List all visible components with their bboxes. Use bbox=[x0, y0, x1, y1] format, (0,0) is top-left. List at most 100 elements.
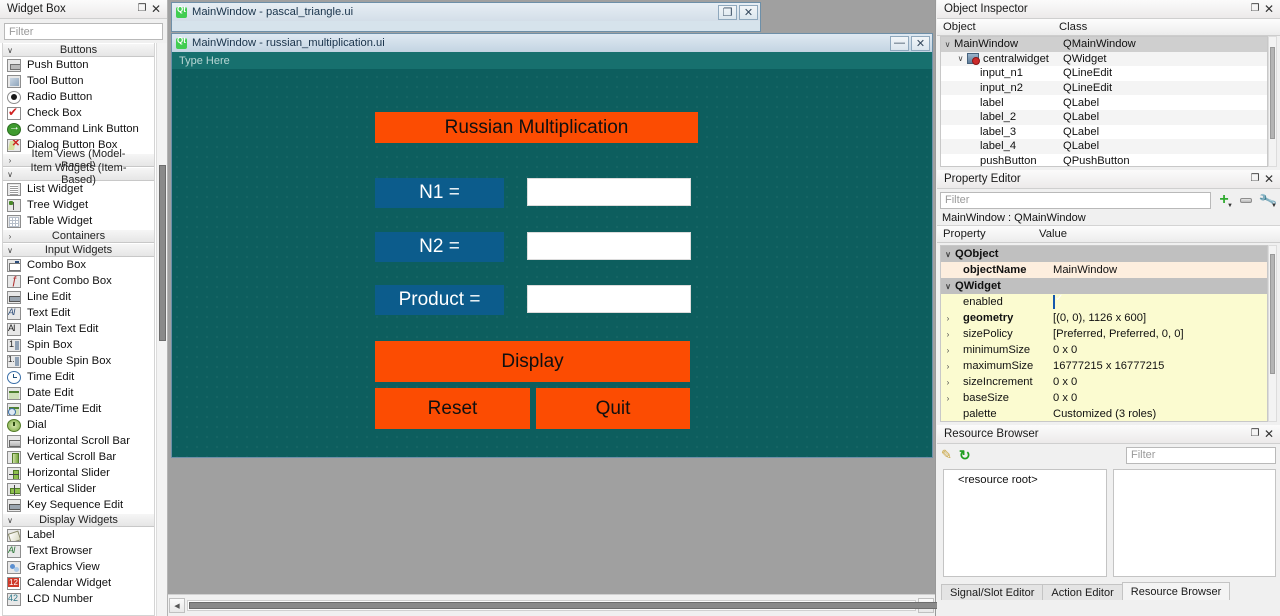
chevron-right-icon[interactable]: › bbox=[941, 378, 955, 387]
russian-minimize-button[interactable]: — bbox=[890, 35, 909, 51]
widget-box-item[interactable]: Combo Box bbox=[3, 257, 154, 273]
chevron-down-icon[interactable]: ∨ bbox=[941, 40, 954, 49]
widget-box-item[interactable]: Spin Box bbox=[3, 337, 154, 353]
widget-box-item[interactable]: Text Edit bbox=[3, 305, 154, 321]
widget-box-item[interactable]: Double Spin Box bbox=[3, 353, 154, 369]
form-label-n2[interactable]: N2 = bbox=[375, 232, 504, 262]
property-group-row[interactable]: ∨ QObject bbox=[941, 246, 1267, 262]
object-inspector-scrollbar[interactable] bbox=[1268, 36, 1277, 167]
widget-box-item[interactable]: Vertical Slider bbox=[3, 481, 154, 497]
property-row[interactable]: › maximumSize 16777215 x 16777215 bbox=[941, 358, 1267, 374]
widget-box-item[interactable]: Vertical Scroll Bar bbox=[3, 449, 154, 465]
resource-tree-pane[interactable]: <resource root> bbox=[943, 469, 1107, 577]
menubar-type-here-placeholder[interactable]: Type Here bbox=[179, 55, 230, 67]
dock-tab-action-editor[interactable]: Action Editor bbox=[1042, 584, 1123, 600]
object-inspector-float-button[interactable]: ❐ bbox=[1248, 2, 1262, 16]
widget-box-item[interactable]: Time Edit bbox=[3, 369, 154, 385]
property-value-cell[interactable]: Customized (3 roles) bbox=[1049, 408, 1267, 420]
property-editor-filter-input[interactable]: Filter bbox=[940, 191, 1211, 209]
widget-box-item[interactable]: Horizontal Scroll Bar bbox=[3, 433, 154, 449]
object-inspector-row[interactable]: input_n1 QLineEdit bbox=[941, 66, 1267, 81]
widget-box-item[interactable]: Font Combo Box bbox=[3, 273, 154, 289]
widget-box-item[interactable]: Date/Time Edit bbox=[3, 401, 154, 417]
dock-tab-signal-slot-editor[interactable]: Signal/Slot Editor bbox=[941, 584, 1044, 600]
workspace-scrollbar-track[interactable] bbox=[187, 600, 946, 611]
object-inspector-tree[interactable]: ∨ MainWindow QMainWindow ∨ centralwidget QWid… bbox=[940, 36, 1268, 167]
widget-box-category-item-widgets-item-based[interactable]: ∨ Item Widgets (Item-Based) bbox=[3, 162, 154, 186]
mdi-window-pascal-triangle[interactable]: MainWindow - pascal_triangle.ui ❐ ✕ bbox=[171, 2, 761, 32]
workspace-scrollbar-thumb[interactable] bbox=[189, 602, 946, 609]
widget-box-item[interactable]: Command Link Button bbox=[3, 121, 154, 137]
widget-box-item[interactable]: Text Browser bbox=[3, 543, 154, 559]
widget-box-filter-input[interactable]: Filter bbox=[4, 23, 163, 40]
widget-box-item[interactable]: Graphics View bbox=[3, 559, 154, 575]
widget-box-item[interactable]: Date Edit bbox=[3, 385, 154, 401]
object-inspector-close-button[interactable]: ✕ bbox=[1262, 2, 1276, 16]
mdi-window-pascal-title-bar[interactable]: MainWindow - pascal_triangle.ui ❐ ✕ bbox=[172, 3, 760, 21]
mdi-window-russian-multiplication[interactable]: MainWindow - russian_multiplication.ui —… bbox=[171, 33, 933, 458]
edit-resources-icon[interactable]: ✎ bbox=[941, 447, 952, 463]
property-row[interactable]: palette Customized (3 roles) bbox=[941, 406, 1267, 421]
resource-browser-filter-input[interactable]: Filter bbox=[1126, 446, 1276, 464]
widget-box-item[interactable]: Line Edit bbox=[3, 289, 154, 305]
object-inspector-row[interactable]: input_n2 QLineEdit bbox=[941, 80, 1267, 96]
property-group-row[interactable]: ∨ QWidget bbox=[941, 278, 1267, 294]
form-button-display[interactable]: Display bbox=[375, 341, 690, 382]
object-inspector-row[interactable]: label_2 QLabel bbox=[941, 109, 1267, 125]
object-inspector-scrollbar-thumb[interactable] bbox=[1270, 47, 1275, 139]
chevron-right-icon[interactable]: › bbox=[941, 346, 955, 355]
form-label-product[interactable]: Product = bbox=[375, 285, 504, 315]
widget-box-scrollbar-thumb[interactable] bbox=[159, 165, 166, 341]
form-label-title[interactable]: Russian Multiplication bbox=[375, 112, 698, 143]
resource-browser-float-button[interactable]: ❐ bbox=[1248, 427, 1262, 441]
mdi-window-russian-title-bar[interactable]: MainWindow - russian_multiplication.ui —… bbox=[172, 34, 932, 52]
property-value-cell[interactable]: MainWindow bbox=[1049, 264, 1267, 276]
object-inspector-row[interactable]: ∨ MainWindow QMainWindow bbox=[941, 37, 1267, 52]
chevron-right-icon[interactable]: › bbox=[941, 330, 955, 339]
widget-box-item[interactable]: Horizontal Slider bbox=[3, 465, 154, 481]
chevron-down-icon[interactable]: ∨ bbox=[941, 250, 955, 259]
chevron-right-icon[interactable]: › bbox=[941, 314, 955, 323]
widget-box-category-input-widgets[interactable]: ∨ Input Widgets bbox=[3, 243, 154, 257]
object-inspector-row[interactable]: pushButton QPushButton bbox=[941, 154, 1267, 166]
widget-box-item[interactable]: LCD Number bbox=[3, 591, 154, 607]
add-property-button[interactable]: + ▼ bbox=[1215, 192, 1233, 209]
widget-box-item[interactable]: Key Sequence Edit bbox=[3, 497, 154, 513]
property-value-cell[interactable]: 0 x 0 bbox=[1049, 376, 1267, 388]
property-value-cell[interactable]: [(0, 0), 1126 x 600] bbox=[1049, 312, 1267, 324]
widget-box-category-buttons[interactable]: ∨ Buttons bbox=[3, 43, 154, 57]
widget-box-item[interactable]: Plain Text Edit bbox=[3, 321, 154, 337]
reload-icon[interactable]: ↻ bbox=[959, 447, 971, 464]
widget-box-item[interactable]: Calendar Widget bbox=[3, 575, 154, 591]
chevron-right-icon[interactable]: › bbox=[941, 394, 955, 403]
form-label-n1[interactable]: N1 = bbox=[375, 178, 504, 208]
form-input-n2[interactable] bbox=[527, 232, 691, 260]
property-value-cell[interactable] bbox=[1049, 295, 1267, 309]
russian-close-button[interactable]: ✕ bbox=[911, 35, 930, 51]
widget-box-close-button[interactable]: ✕ bbox=[149, 2, 163, 16]
widget-box-item[interactable]: Push Button bbox=[3, 57, 154, 73]
widget-box-item[interactable]: Table Widget bbox=[3, 213, 154, 229]
property-editor-scrollbar[interactable] bbox=[1268, 245, 1277, 422]
configure-button[interactable]: 🔧 ▼ bbox=[1258, 190, 1278, 210]
chevron-right-icon[interactable]: › bbox=[941, 362, 955, 371]
property-row[interactable]: › geometry [(0, 0), 1126 x 600] bbox=[941, 310, 1267, 326]
property-row[interactable]: › minimumSize 0 x 0 bbox=[941, 342, 1267, 358]
resource-browser-close-button[interactable]: ✕ bbox=[1262, 427, 1276, 441]
property-editor-table[interactable]: ∨ QObject objectName MainWindow ∨ QWidget enab… bbox=[940, 245, 1268, 422]
object-inspector-row[interactable]: ∨ centralwidget QWidget bbox=[941, 51, 1267, 67]
property-value-cell[interactable]: 0 x 0 bbox=[1049, 392, 1267, 404]
scroll-left-arrow-icon[interactable]: ◀ bbox=[169, 598, 185, 613]
dock-tab-resource-browser[interactable]: Resource Browser bbox=[1121, 582, 1231, 600]
remove-property-button[interactable] bbox=[1237, 192, 1255, 209]
widget-box-item[interactable]: Label bbox=[3, 527, 154, 543]
widget-box-category-display-widgets[interactable]: ∨ Display Widgets bbox=[3, 513, 154, 527]
chevron-down-icon[interactable]: ∨ bbox=[941, 282, 955, 291]
property-value-cell[interactable]: [Preferred, Preferred, 0, 0] bbox=[1049, 328, 1267, 340]
form-button-reset[interactable]: Reset bbox=[375, 388, 530, 429]
form-button-quit[interactable]: Quit bbox=[536, 388, 690, 429]
workspace-horizontal-scrollbar[interactable]: ◀ ▶ bbox=[168, 594, 946, 616]
object-inspector-row[interactable]: label_3 QLabel bbox=[941, 125, 1267, 140]
property-row[interactable]: › baseSize 0 x 0 bbox=[941, 390, 1267, 406]
form-design-canvas[interactable]: Type Here Russian Multiplication N1 = N2… bbox=[172, 52, 932, 457]
